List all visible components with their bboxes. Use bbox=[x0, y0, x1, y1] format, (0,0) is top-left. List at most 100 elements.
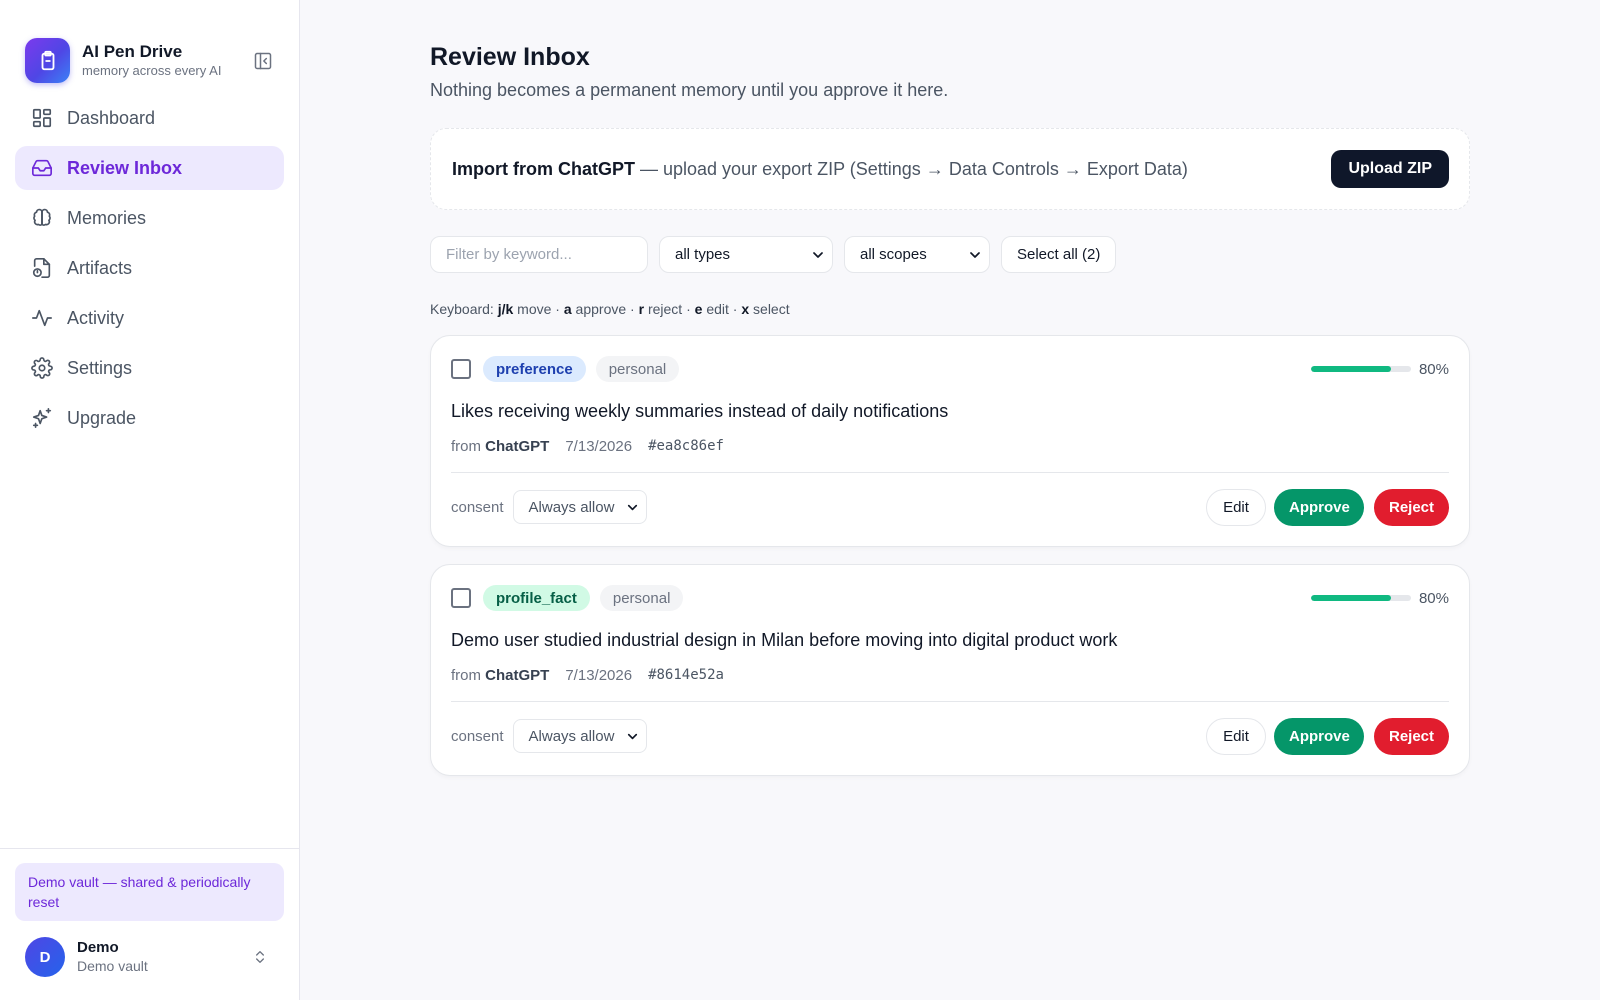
scope-filter-select[interactable]: all scopes bbox=[844, 236, 990, 273]
sidebar-collapse-icon[interactable] bbox=[251, 49, 275, 73]
memory-source: from ChatGPT bbox=[451, 667, 549, 684]
memory-source: from ChatGPT bbox=[451, 438, 549, 455]
consent-label: consent bbox=[451, 727, 504, 745]
gear-icon bbox=[31, 357, 53, 379]
select-all-button[interactable]: Select all (2) bbox=[1001, 236, 1117, 273]
edit-button[interactable]: Edit bbox=[1206, 488, 1266, 526]
type-filter-value: all types bbox=[675, 246, 731, 263]
memory-text: Demo user studied industrial design in M… bbox=[451, 630, 1118, 650]
consent-select[interactable]: Always allow bbox=[512, 490, 647, 524]
sidebar-footer: Demo vault — shared & periodically reset… bbox=[0, 848, 299, 1000]
import-instructions: — upload your export ZIP (Settings → Dat… bbox=[635, 158, 1188, 179]
page-subtitle: Nothing becomes a permanent memory until… bbox=[430, 80, 949, 100]
consent-value: Always allow bbox=[528, 727, 615, 745]
sidebar-item-label: Upgrade bbox=[67, 407, 137, 428]
approve-button[interactable]: Approve bbox=[1274, 488, 1364, 526]
confidence-meter: 80% bbox=[1310, 589, 1449, 607]
kbd-desc: edit · bbox=[702, 301, 742, 317]
card-actions: Edit Approve Reject bbox=[1206, 717, 1449, 755]
memory-date: 7/13/2026 bbox=[565, 437, 633, 455]
chevron-down-icon bbox=[970, 251, 980, 258]
confidence-meter: 80% bbox=[1310, 361, 1449, 378]
memory-date: 7/13/2026 bbox=[565, 666, 633, 684]
scope-tag: personal bbox=[595, 356, 680, 382]
item-select-checkbox[interactable] bbox=[451, 359, 471, 379]
edit-button[interactable]: Edit bbox=[1206, 717, 1266, 755]
sidebar-item-label: Artifacts bbox=[67, 257, 133, 278]
memory-hash: #ea8c86ef bbox=[648, 438, 724, 454]
upload-zip-button[interactable]: Upload ZIP bbox=[1331, 150, 1449, 188]
reject-button[interactable]: Reject bbox=[1374, 717, 1449, 755]
import-chatgpt-panel: Import from ChatGPT — upload your export… bbox=[430, 128, 1470, 210]
clipboard-icon[interactable] bbox=[25, 38, 70, 83]
demo-vault-notice: Demo vault — shared & periodically reset bbox=[15, 863, 284, 921]
type-filter-select[interactable]: all types bbox=[659, 236, 833, 273]
sidebar-item-upgrade[interactable]: Upgrade bbox=[15, 396, 284, 440]
page-title: Review Inbox bbox=[430, 43, 590, 71]
source-prefix: from bbox=[451, 437, 486, 455]
kbd-key: a bbox=[563, 301, 572, 317]
kbd-key: j/k bbox=[497, 301, 514, 317]
chevron-down-icon bbox=[813, 251, 823, 258]
consent-select[interactable]: Always allow bbox=[512, 719, 647, 753]
artifact-icon bbox=[31, 257, 53, 279]
review-item-card[interactable]: profile_fact personal 80% Demo user stud… bbox=[430, 564, 1470, 776]
confidence-track bbox=[1310, 366, 1411, 372]
import-description: Import from ChatGPT — upload your export… bbox=[452, 159, 1188, 180]
keyboard-shortcuts-hint: Keyboard: j/k move · a approve · r rejec… bbox=[430, 300, 1600, 318]
kbd-desc: reject · bbox=[644, 301, 695, 317]
sidebar-item-label: Review Inbox bbox=[67, 157, 183, 178]
sidebar-item-settings[interactable]: Settings bbox=[15, 346, 284, 390]
sidebar-item-memories[interactable]: Memories bbox=[15, 196, 284, 240]
card-footer: consent Always allow Edit Approve Reject bbox=[451, 702, 1449, 770]
source-name: ChatGPT bbox=[485, 437, 550, 455]
avatar: D bbox=[25, 937, 65, 977]
chevron-down-icon bbox=[627, 733, 637, 739]
scope-tag: personal bbox=[599, 585, 684, 611]
sparkles-icon bbox=[31, 407, 53, 429]
kbd-desc: move · bbox=[513, 301, 564, 317]
inbox-icon bbox=[31, 157, 53, 179]
import-title: Import from ChatGPT bbox=[452, 158, 635, 179]
keyword-filter-input[interactable] bbox=[430, 236, 648, 273]
chevron-down-icon bbox=[627, 504, 637, 510]
activity-icon bbox=[31, 307, 53, 329]
approve-button[interactable]: Approve bbox=[1274, 717, 1364, 755]
sidebar-item-dashboard[interactable]: Dashboard bbox=[15, 96, 284, 140]
card-header: profile_fact personal 80% bbox=[451, 585, 1449, 611]
memory-meta: from ChatGPT 7/13/2026 #8614e52a bbox=[451, 665, 1449, 685]
scope-filter-value: all scopes bbox=[860, 246, 927, 263]
card-footer: consent Always allow Edit Approve Reject bbox=[451, 473, 1449, 541]
kbd-key: x bbox=[741, 301, 750, 317]
consent-label: consent bbox=[451, 498, 504, 516]
user-vault: Demo vault bbox=[77, 958, 148, 974]
user-name: Demo bbox=[77, 939, 119, 956]
chevrons-up-down-icon[interactable] bbox=[248, 945, 272, 969]
source-name: ChatGPT bbox=[485, 666, 550, 684]
sidebar-item-activity[interactable]: Activity bbox=[15, 296, 284, 340]
brain-icon bbox=[31, 207, 53, 229]
confidence-track bbox=[1310, 595, 1411, 601]
reject-button[interactable]: Reject bbox=[1374, 488, 1449, 526]
kbd-prefix: Keyboard: bbox=[430, 301, 498, 317]
confidence-fill bbox=[1310, 366, 1391, 372]
review-item-card[interactable]: preference personal 80% Likes receiving … bbox=[430, 335, 1470, 547]
brand-header: AI Pen Drive memory across every AI bbox=[0, 0, 299, 96]
filter-bar: all types all scopes Select all (2) bbox=[430, 236, 1600, 273]
user-menu[interactable]: D Demo Demo vault bbox=[15, 937, 284, 977]
card-actions: Edit Approve Reject bbox=[1206, 488, 1449, 526]
type-tag: profile_fact bbox=[483, 585, 590, 611]
sidebar-item-label: Memories bbox=[67, 207, 147, 228]
brand-text: AI Pen Drive memory across every AI bbox=[82, 42, 251, 80]
main-content: Review Inbox Nothing becomes a permanent… bbox=[300, 0, 1600, 1000]
kbd-desc: approve · bbox=[571, 301, 639, 317]
memory-meta: from ChatGPT 7/13/2026 #ea8c86ef bbox=[451, 436, 1449, 456]
confidence-label: 80% bbox=[1418, 589, 1449, 607]
sidebar-item-review-inbox[interactable]: Review Inbox bbox=[15, 146, 284, 190]
sidebar-item-artifacts[interactable]: Artifacts bbox=[15, 246, 284, 290]
user-text: Demo Demo vault bbox=[77, 938, 248, 976]
memory-text: Likes receiving weekly summaries instead… bbox=[451, 401, 949, 421]
sidebar-nav: Dashboard Review Inbox Memories Artifact… bbox=[0, 96, 299, 446]
item-select-checkbox[interactable] bbox=[451, 588, 471, 608]
kbd-desc: select bbox=[749, 301, 790, 317]
